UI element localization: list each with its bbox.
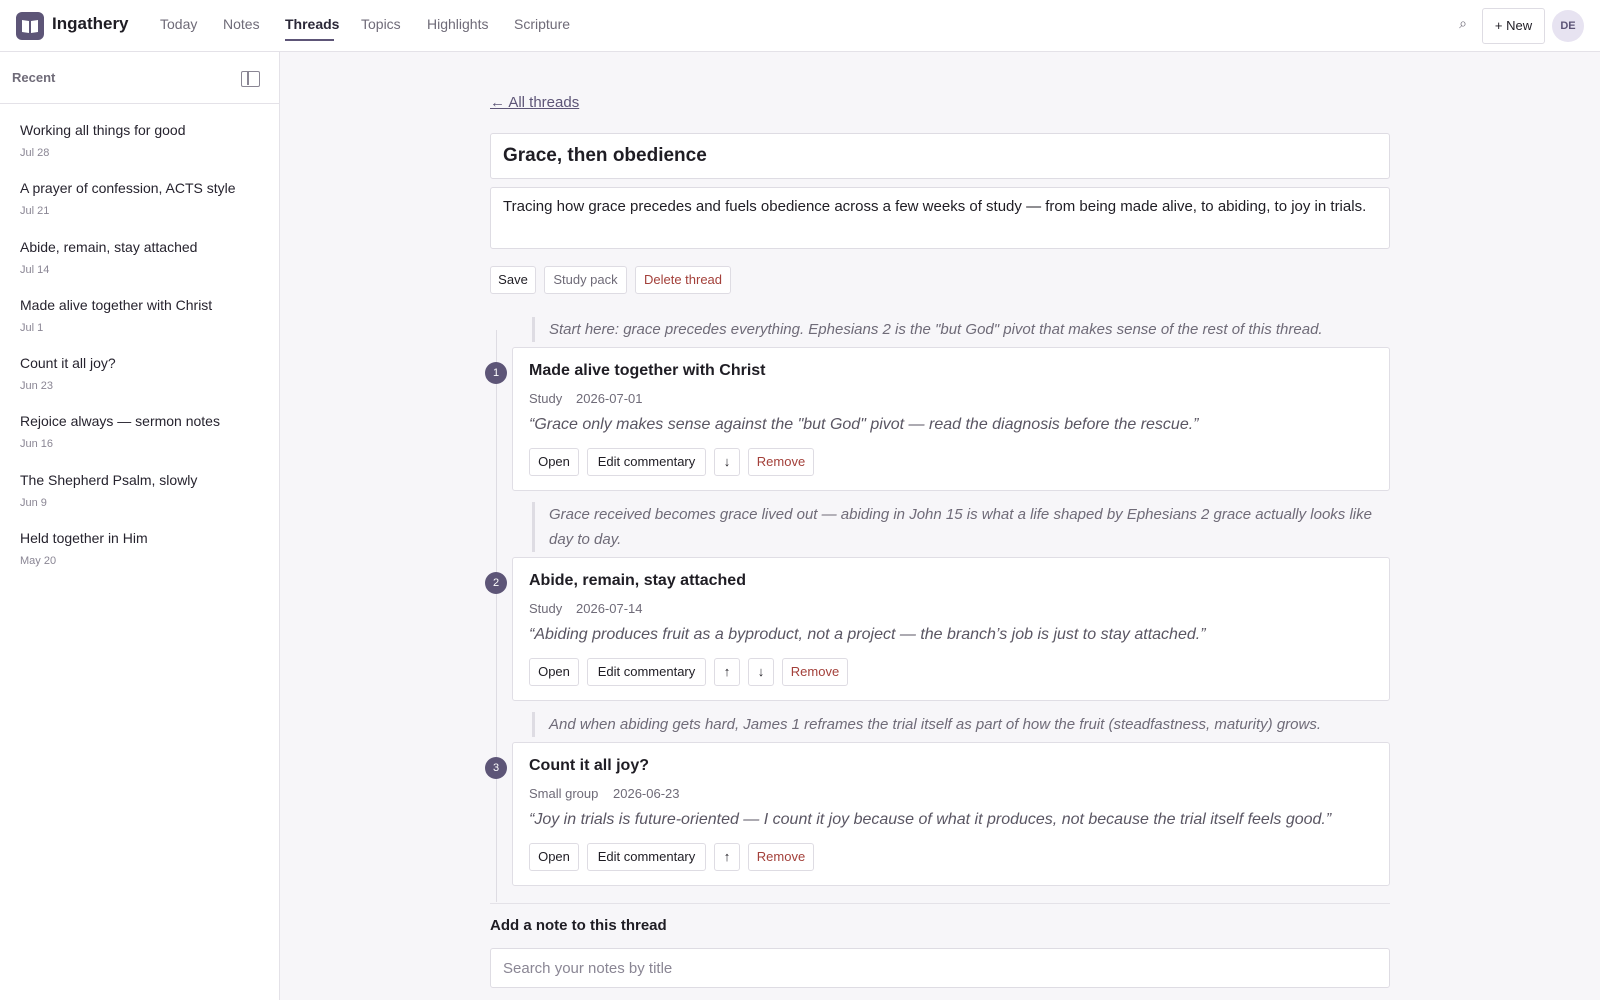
recent-item-date: Jun 23 [20, 380, 54, 392]
delete-thread-button[interactable]: Delete thread [635, 266, 731, 294]
nav-topics[interactable]: Topics [361, 16, 401, 32]
open-button[interactable]: Open [529, 658, 579, 686]
entry-number-badge: 1 [485, 362, 507, 384]
recent-item-date: May 20 [20, 555, 57, 567]
nav-threads[interactable]: Threads [285, 16, 339, 32]
sidebar-header: Recent [0, 52, 279, 104]
add-note-heading: Add a note to this thread [490, 917, 667, 934]
remove-button[interactable]: Remove [748, 843, 814, 871]
sidebar-title: Recent [12, 70, 56, 85]
edit-commentary-button[interactable]: Edit commentary [587, 658, 706, 686]
nav-notes[interactable]: Notes [223, 16, 260, 32]
open-button[interactable]: Open [529, 843, 579, 871]
recent-item[interactable]: Made alive together with Christ Jul 1 [20, 297, 270, 334]
recent-item-date: Jun 16 [20, 438, 54, 450]
move-up-icon[interactable]: ↑ [714, 843, 740, 871]
remove-button[interactable]: Remove [782, 658, 848, 686]
recent-item-date: Jul 21 [20, 205, 50, 217]
recent-item-date: Jul 14 [20, 264, 50, 276]
recent-item[interactable]: A prayer of confession, ACTS style Jul 2… [20, 180, 270, 217]
thread-entry-card: Abide, remain, stay attached Study 2026-… [512, 557, 1390, 701]
recent-item-date: Jul 1 [20, 322, 44, 334]
thread-description-field[interactable]: Tracing how grace precedes and fuels obe… [490, 187, 1390, 249]
thread-entry-card: Made alive together with Christ Study 20… [512, 347, 1390, 491]
entry-date: 2026-07-14 [576, 601, 643, 616]
search-icon[interactable]: ⌕ [1452, 15, 1474, 37]
thread-entry-card: Count it all joy? Small group 2026-06-23… [512, 742, 1390, 886]
entry-date: 2026-07-01 [576, 391, 643, 406]
move-down-icon[interactable]: ↓ [714, 448, 740, 476]
entry-quote: “Grace only makes sense against the "but… [529, 416, 1199, 433]
active-nav-indicator [285, 39, 334, 41]
recent-item-date: Jun 9 [20, 497, 47, 509]
entry-number-badge: 3 [485, 757, 507, 779]
recent-item-title: Held together in Him [20, 530, 148, 546]
study-pack-button[interactable]: Study pack [544, 266, 627, 294]
recent-item-title: Abide, remain, stay attached [20, 239, 198, 255]
recent-item-title: Working all things for good [20, 122, 186, 138]
entry-number-badge: 2 [485, 572, 507, 594]
recent-item-date: Jul 28 [20, 147, 50, 159]
book-icon[interactable] [16, 12, 44, 40]
note-search-input[interactable] [490, 948, 1390, 988]
entry-title[interactable]: Count it all joy? [529, 757, 649, 775]
recent-item-title: Count it all joy? [20, 355, 116, 371]
thread-title-field[interactable]: Grace, then obedience [490, 133, 1390, 179]
section-divider [490, 903, 1390, 904]
recent-item-title: A prayer of confession, ACTS style [20, 180, 236, 196]
move-up-icon[interactable]: ↑ [714, 658, 740, 686]
recent-item[interactable]: Count it all joy? Jun 23 [20, 355, 270, 392]
sidebar: Recent Working all things for good Jul 2… [0, 52, 280, 1000]
recent-item[interactable]: Abide, remain, stay attached Jul 14 [20, 239, 270, 276]
thread-timeline [496, 330, 497, 902]
entry-commentary[interactable]: Start here: grace precedes everything. E… [532, 317, 1390, 342]
recent-item[interactable]: Held together in Him May 20 [20, 530, 270, 567]
remove-button[interactable]: Remove [748, 448, 814, 476]
entry-kind: Study [529, 601, 563, 616]
back-to-threads-link[interactable]: ← All threads [490, 94, 579, 111]
recent-item[interactable]: Working all things for good Jul 28 [20, 122, 270, 159]
recent-item-title: Made alive together with Christ [20, 297, 213, 313]
entry-commentary[interactable]: Grace received becomes grace lived out —… [532, 502, 1390, 552]
recent-item-title: Rejoice always — sermon notes [20, 413, 220, 429]
entry-quote: “Joy in trials is future-oriented — I co… [529, 811, 1332, 828]
entry-commentary[interactable]: And when abiding gets hard, James 1 refr… [532, 712, 1390, 737]
avatar[interactable]: DE [1552, 10, 1584, 42]
recent-item-title: The Shepherd Psalm, slowly [20, 472, 198, 488]
nav-today[interactable]: Today [160, 16, 197, 32]
top-bar: Ingathery Today Notes Threads Topics Hig… [0, 0, 1600, 52]
edit-commentary-button[interactable]: Edit commentary [587, 448, 706, 476]
move-down-icon[interactable]: ↓ [748, 658, 774, 686]
entry-quote: “Abiding produces fruit as a byproduct, … [529, 626, 1206, 643]
entry-date: 2026-06-23 [613, 786, 680, 801]
entry-title[interactable]: Abide, remain, stay attached [529, 572, 746, 590]
recent-item[interactable]: The Shepherd Psalm, slowly Jun 9 [20, 472, 270, 509]
entry-kind: Small group [529, 786, 599, 801]
new-button[interactable]: + New [1482, 8, 1545, 44]
entry-kind: Study [529, 391, 563, 406]
nav-scripture[interactable]: Scripture [514, 16, 570, 32]
sidebar-toggle-icon[interactable] [241, 71, 260, 87]
entry-title[interactable]: Made alive together with Christ [529, 362, 765, 380]
recent-item[interactable]: Rejoice always — sermon notes Jun 16 [20, 413, 270, 450]
edit-commentary-button[interactable]: Edit commentary [587, 843, 706, 871]
app-name[interactable]: Ingathery [52, 14, 129, 34]
nav-highlights[interactable]: Highlights [427, 16, 488, 32]
save-button[interactable]: Save [490, 266, 536, 294]
open-button[interactable]: Open [529, 448, 579, 476]
